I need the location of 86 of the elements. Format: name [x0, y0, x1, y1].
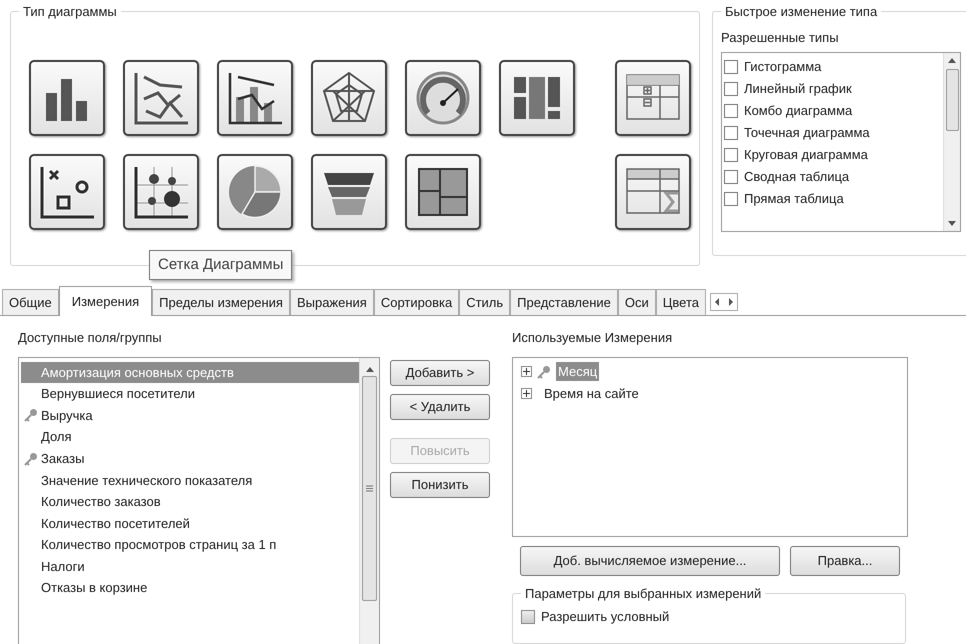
tab[interactable]: Пределы измерения: [152, 289, 290, 315]
field-label: Количество заказов: [41, 493, 161, 512]
key-icon: [24, 452, 38, 466]
checkbox-label: Разрешить условный: [541, 608, 670, 626]
chart-type-button[interactable]: [405, 154, 481, 230]
chart-type-button[interactable]: [615, 154, 691, 230]
type-list-item[interactable]: Гистограмма: [724, 56, 943, 78]
tab[interactable]: Оси: [618, 289, 656, 315]
tab[interactable]: Сортировка: [374, 289, 460, 315]
field-label: Выручка: [41, 406, 93, 425]
dimension-button[interactable]: Правка...: [790, 546, 900, 576]
chart-type-button[interactable]: [29, 154, 105, 230]
tab-scroll-arrows[interactable]: [710, 293, 738, 311]
group-title: Тип диаграммы: [22, 3, 118, 21]
field-item[interactable]: Значение технического показателя: [21, 469, 359, 492]
key-icon: [24, 408, 38, 422]
scrollbar[interactable]: [943, 53, 960, 231]
field-label: Заказы: [41, 450, 84, 468]
scrollbar[interactable]: [359, 358, 379, 644]
key-icon: [537, 364, 551, 378]
gauge-icon: [414, 68, 472, 126]
scroll-up-icon[interactable]: [948, 57, 956, 63]
checkbox[interactable]: [724, 126, 738, 140]
move-button[interactable]: < Удалить: [390, 394, 490, 420]
pie-chart-icon: [226, 162, 284, 220]
move-button[interactable]: Добавить >: [390, 360, 490, 386]
field-item[interactable]: Заказы: [21, 448, 359, 470]
checkbox[interactable]: [724, 170, 738, 184]
tab[interactable]: Выражения: [290, 289, 374, 315]
field-item[interactable]: Доля: [21, 426, 359, 448]
list-label: Используемые Измерения: [512, 329, 674, 347]
expand-toggle[interactable]: [521, 388, 532, 399]
tab[interactable]: Стиль: [459, 289, 510, 315]
scroll-down-icon[interactable]: [948, 221, 956, 227]
field-label: Количество просмотров страниц за 1 п: [41, 536, 276, 554]
chart-type-button[interactable]: [499, 60, 575, 136]
field-item[interactable]: Выручка: [21, 404, 359, 426]
chart-type-button[interactable]: [615, 60, 691, 136]
field-label: Амортизация основных средств: [41, 364, 234, 382]
chart-type-button[interactable]: [217, 154, 293, 230]
chart-type-button[interactable]: [311, 60, 387, 136]
tab[interactable]: Измерения: [58, 286, 152, 316]
field-item[interactable]: Количество просмотров страниц за 1 п: [21, 534, 359, 556]
checkbox[interactable]: [724, 192, 738, 206]
type-list-item[interactable]: Сводная таблица: [724, 166, 943, 188]
field-item[interactable]: Налоги: [21, 556, 359, 578]
scroll-up-icon[interactable]: [366, 366, 374, 372]
checkbox[interactable]: [724, 104, 738, 118]
field-label: Доля: [41, 428, 72, 446]
chart-type-button[interactable]: [123, 60, 199, 136]
chart-type-button[interactable]: [405, 60, 481, 136]
field-item[interactable]: Количество посетителей: [21, 512, 359, 534]
type-list-item[interactable]: Линейный график: [724, 78, 943, 100]
field-item[interactable]: Отказы в корзине: [21, 577, 359, 600]
list-label: Разрешенные типы: [721, 28, 840, 47]
type-list-item[interactable]: Комбо диаграмма: [724, 100, 943, 122]
field-label: Налоги: [41, 558, 85, 576]
tooltip: Сетка Диаграммы: [149, 250, 292, 280]
type-list-item[interactable]: Круговая диаграмма: [724, 144, 943, 166]
checkbox[interactable]: [521, 610, 535, 624]
field-label: Отказы в корзине: [41, 579, 148, 598]
checkbox[interactable]: [724, 82, 738, 96]
tab[interactable]: Представление: [510, 289, 618, 315]
expand-toggle[interactable]: [521, 366, 532, 377]
checkbox[interactable]: [724, 148, 738, 162]
field-label: Вернувшиеся посетители: [41, 385, 196, 404]
chart-type-button[interactable]: [123, 154, 199, 230]
chart-type-button[interactable]: [217, 60, 293, 136]
field-item[interactable]: Вернувшиеся посетители: [21, 383, 359, 405]
chart-type-button[interactable]: [311, 154, 387, 230]
field-label: Количество посетителей: [41, 514, 190, 533]
group-title: Параметры для выбранных измерений: [524, 584, 762, 603]
move-button[interactable]: Понизить: [390, 472, 490, 498]
dimension-button[interactable]: Доб. вычисляемое измерение...: [520, 546, 780, 576]
tab[interactable]: Цвета: [656, 289, 706, 315]
list-label: Доступные поля/группы: [18, 329, 163, 347]
tab[interactable]: Общие: [2, 289, 59, 315]
grip-icon: [366, 484, 373, 492]
checkbox[interactable]: [724, 60, 738, 74]
field-label: Значение технического показателя: [41, 472, 252, 490]
type-list-item[interactable]: Точечная диаграмма: [724, 122, 943, 144]
dimension-item[interactable]: Время на сайте: [542, 384, 641, 404]
field-item[interactable]: Количество заказов: [21, 491, 359, 513]
chart-type-button[interactable]: [29, 60, 105, 136]
type-list-item[interactable]: Прямая таблица: [724, 188, 943, 210]
group-title: Быстрое изменение типа: [724, 3, 878, 21]
